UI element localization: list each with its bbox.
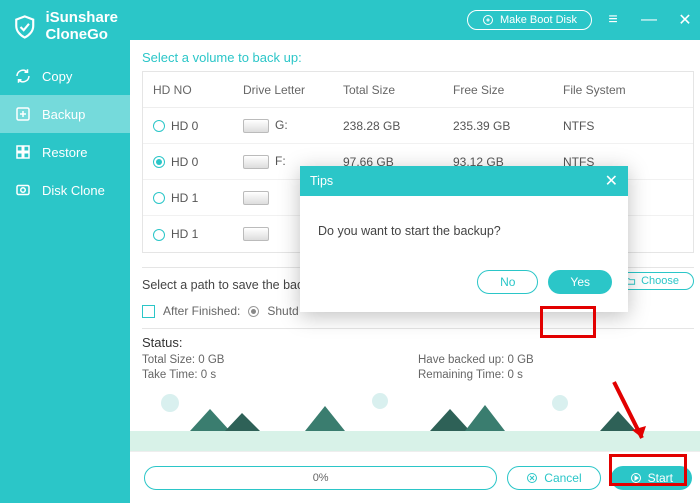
cell-hd: HD 0 [171,155,198,169]
cancel-icon [526,472,538,484]
app-name-2: CloneGo [45,27,118,44]
play-icon [630,472,642,484]
close-button[interactable]: ✕ [670,5,700,35]
col-hdno: HD NO [153,83,243,97]
sidebar: iSunshare CloneGo Copy Backup Restore Di… [0,0,130,503]
footer: 0% Cancel Start [130,451,700,503]
sidebar-item-label: Disk Clone [42,183,105,198]
progress-label: 0% [313,472,329,484]
sidebar-item-label: Restore [42,145,88,160]
radio-icon[interactable] [153,120,165,132]
status-backed: Have backed up: 0 GB [418,354,694,366]
cell-total: 238.28 GB [343,119,453,133]
status-take: Take Time: 0 s [142,369,418,381]
sidebar-item-backup[interactable]: Backup [0,95,130,133]
sidebar-item-restore[interactable]: Restore [0,133,130,171]
make-boot-disk-button[interactable]: Make Boot Disk [467,10,592,30]
cancel-button[interactable]: Cancel [507,466,600,490]
col-free: Free Size [453,83,563,97]
tips-dialog: Tips ✕ Do you want to start the backup? … [300,166,628,312]
shield-icon [12,14,37,40]
dialog-close-button[interactable]: ✕ [605,171,618,191]
disk-icon [14,181,32,199]
col-total: Total Size [343,83,453,97]
disc-icon [482,14,494,26]
drive-icon [243,155,269,169]
app-window: iSunshare CloneGo Copy Backup Restore Di… [0,0,700,503]
choose-label: Choose [641,275,679,287]
sidebar-item-disk-clone[interactable]: Disk Clone [0,171,130,209]
refresh-icon [14,67,32,85]
path-title: Select a path to save the back [142,278,309,292]
status-title: Status: [142,335,694,350]
cell-fs: NTFS [563,119,683,133]
drive-icon [243,191,269,205]
plus-box-icon [14,105,32,123]
sidebar-item-copy[interactable]: Copy [0,57,130,95]
sidebar-item-label: Copy [42,69,72,84]
start-label: Start [648,471,673,485]
cell-hd: HD 1 [171,227,198,241]
radio-icon[interactable] [153,192,165,204]
drive-icon [243,227,269,241]
cell-letter: F: [275,154,286,168]
radio-icon[interactable] [153,156,165,168]
col-letter: Drive Letter [243,83,343,97]
dialog-footer: No Yes [300,260,628,312]
volume-title: Select a volume to back up: [142,40,694,71]
dialog-yes-button[interactable]: Yes [548,270,612,294]
no-label: No [500,275,515,289]
progress-bar: 0% [144,466,497,490]
cancel-label: Cancel [544,471,581,485]
status-total: Total Size: 0 GB [142,354,418,366]
shutdown-label: Shutd [267,304,298,318]
after-finished-checkbox[interactable] [142,305,155,318]
boot-label: Make Boot Disk [500,14,577,26]
grid-icon [14,143,32,161]
table-header: HD NO Drive Letter Total Size Free Size … [143,72,693,108]
dialog-title: Tips [310,174,333,188]
cell-letter: G: [275,118,288,132]
drive-icon [243,119,269,133]
cell-hd: HD 0 [171,119,198,133]
cell-free: 235.39 GB [453,119,563,133]
col-fs: File System [563,83,683,97]
titlebar: Make Boot Disk ≡ — ✕ [130,0,700,40]
radio-icon[interactable] [153,229,165,241]
status-area: Status: Total Size: 0 GB Have backed up:… [142,328,694,381]
status-remain: Remaining Time: 0 s [418,369,694,381]
app-name-1: iSunshare [45,10,118,27]
cell-hd: HD 1 [171,191,198,205]
dialog-no-button[interactable]: No [477,270,538,294]
dialog-message: Do you want to start the backup? [300,196,628,260]
after-finished-label: After Finished: [163,304,240,318]
yes-label: Yes [570,275,590,289]
app-logo: iSunshare CloneGo [0,0,130,57]
menu-button[interactable]: ≡ [598,5,628,35]
table-row[interactable]: HD 0 G: 238.28 GB 235.39 GB NTFS [143,108,693,144]
dialog-titlebar: Tips ✕ [300,166,628,196]
shutdown-radio[interactable] [248,306,259,317]
sidebar-item-label: Backup [42,107,85,122]
start-button[interactable]: Start [611,466,692,490]
minimize-button[interactable]: — [634,5,664,35]
